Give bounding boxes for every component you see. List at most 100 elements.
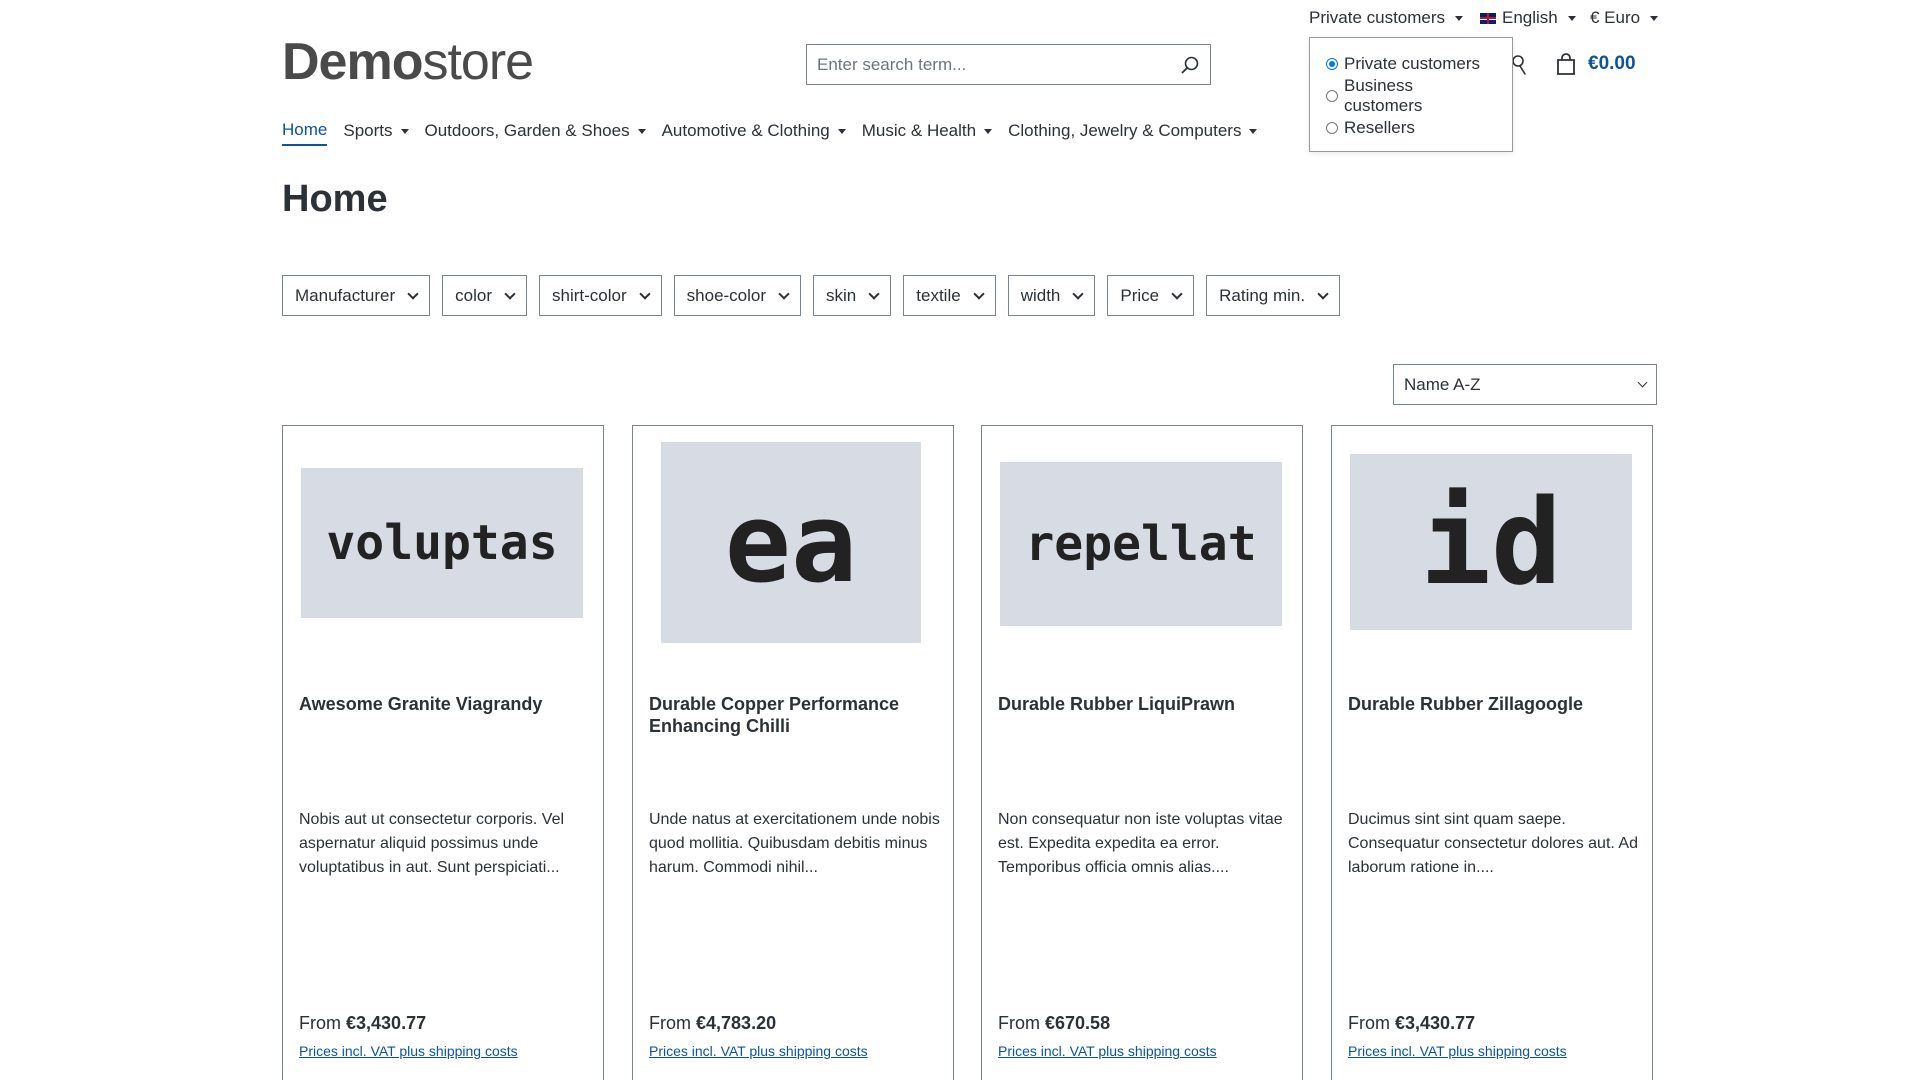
page-title: Home bbox=[282, 178, 388, 220]
product-image-text: repellat bbox=[1025, 516, 1257, 572]
filter-skin[interactable]: skin bbox=[813, 275, 892, 316]
customer-option-resellers[interactable]: Resellers bbox=[1326, 112, 1496, 144]
radio-button[interactable] bbox=[1326, 122, 1338, 134]
product-card: ea Durable Copper Performance Enhancing … bbox=[632, 425, 954, 1080]
product-price: From €3,430.77 bbox=[1348, 1013, 1475, 1034]
nav-item-clothing[interactable]: Clothing, Jewelry & Computers bbox=[1008, 120, 1258, 146]
price-prefix: From bbox=[1348, 1013, 1390, 1033]
product-name[interactable]: Durable Rubber Zillagoogle bbox=[1348, 693, 1638, 715]
nav-item-music[interactable]: Music & Health bbox=[861, 120, 993, 146]
filter-label: color bbox=[455, 285, 493, 305]
price-prefix: From bbox=[299, 1013, 341, 1033]
radio-button-checked[interactable] bbox=[1326, 58, 1338, 70]
filter-shirt-color[interactable]: shirt-color bbox=[539, 275, 662, 316]
chevron-down-icon bbox=[1072, 287, 1085, 300]
chevron-down-icon bbox=[778, 287, 790, 300]
radio-button[interactable] bbox=[1326, 90, 1338, 102]
customer-group-selector[interactable]: Private customers bbox=[1309, 8, 1464, 28]
vat-shipping-link[interactable]: Prices incl. VAT plus shipping costs bbox=[998, 1043, 1217, 1059]
filter-label: Rating min. bbox=[1219, 285, 1306, 305]
product-image-text: voluptas bbox=[326, 515, 558, 571]
product-card: voluptas Awesome Granite Viagrandy Nobis… bbox=[282, 425, 604, 1080]
product-description: Unde natus at exercitationem unde nobis … bbox=[649, 811, 940, 876]
filter-price[interactable]: Price bbox=[1107, 275, 1195, 316]
chevron-down-icon bbox=[1317, 287, 1329, 300]
filter-textile[interactable]: textile bbox=[903, 275, 996, 316]
nav-item-label: Music & Health bbox=[861, 121, 977, 140]
search-bar bbox=[806, 44, 1211, 85]
search-icon bbox=[1181, 56, 1199, 73]
currency-selector[interactable]: € Euro bbox=[1590, 8, 1659, 28]
cart-button[interactable]: €0.00 bbox=[1554, 52, 1636, 76]
customer-option-business[interactable]: Business customers bbox=[1326, 76, 1496, 115]
filter-shoe-color[interactable]: shoe-color bbox=[673, 275, 802, 316]
nav-item-outdoors[interactable]: Outdoors, Garden & Shoes bbox=[425, 120, 646, 146]
chevron-down-icon bbox=[638, 287, 651, 300]
price-value: €3,430.77 bbox=[346, 1013, 427, 1033]
product-image-text: ea bbox=[724, 478, 858, 607]
nav-item-label: Sports bbox=[343, 121, 393, 140]
shopping-bag-icon bbox=[1557, 53, 1575, 75]
customer-group-dropdown: Private customers Business customers Res… bbox=[1309, 37, 1513, 152]
vat-shipping-link[interactable]: Prices incl. VAT plus shipping costs bbox=[1348, 1043, 1567, 1059]
language-selector[interactable]: English bbox=[1480, 8, 1576, 28]
product-price: From €3,430.77 bbox=[299, 1013, 426, 1034]
filter-label: shoe-color bbox=[686, 285, 767, 305]
price-prefix: From bbox=[998, 1013, 1040, 1033]
product-price: From €670.58 bbox=[998, 1013, 1110, 1034]
product-image[interactable]: repellat bbox=[1000, 462, 1282, 626]
product-image[interactable]: ea bbox=[661, 442, 921, 643]
nav-item-sports[interactable]: Sports bbox=[343, 120, 409, 146]
filter-color[interactable]: color bbox=[442, 275, 528, 316]
chevron-down-icon bbox=[1567, 15, 1576, 21]
product-description: Nobis aut ut consectetur corporis. Vel a… bbox=[299, 811, 565, 876]
nav-item-label: Clothing, Jewelry & Computers bbox=[1008, 121, 1242, 140]
filter-rating[interactable]: Rating min. bbox=[1206, 275, 1341, 316]
customer-option-label: Business customers bbox=[1344, 76, 1423, 115]
price-prefix: From bbox=[649, 1013, 691, 1033]
uk-flag-icon bbox=[1480, 12, 1496, 24]
vat-shipping-link[interactable]: Prices incl. VAT plus shipping costs bbox=[649, 1043, 868, 1059]
chevron-down-icon bbox=[1249, 128, 1258, 134]
product-card: id Durable Rubber Zillagoogle Ducimus si… bbox=[1331, 425, 1653, 1080]
filter-bar: Manufacturer color shirt-color shoe-colo… bbox=[282, 275, 1341, 316]
sort-selected-label: Name A-Z bbox=[1404, 374, 1481, 394]
product-description: Ducimus sint sint quam saepe. Consequatu… bbox=[1348, 811, 1638, 876]
chevron-down-icon bbox=[637, 128, 646, 134]
product-name[interactable]: Durable Copper Performance Enhancing Chi… bbox=[649, 693, 939, 737]
nav-item-label: Home bbox=[282, 120, 328, 139]
product-description: Non consequatur non iste voluptas vitae … bbox=[998, 811, 1283, 876]
store-logo[interactable]: Demostore bbox=[282, 32, 534, 92]
vat-shipping-link[interactable]: Prices incl. VAT plus shipping costs bbox=[299, 1043, 518, 1059]
chevron-down-icon bbox=[973, 287, 985, 300]
product-image-text: id bbox=[1419, 473, 1563, 611]
main-navigation: Home Sports Outdoors, Garden & Shoes Aut… bbox=[282, 120, 1258, 146]
currency-label: € Euro bbox=[1590, 8, 1641, 27]
sort-select[interactable]: Name A-Z bbox=[1393, 364, 1657, 405]
chevron-down-icon bbox=[400, 128, 409, 134]
chevron-down-icon bbox=[837, 128, 846, 134]
customer-group-label: Private customers bbox=[1309, 8, 1446, 27]
chevron-down-icon bbox=[984, 128, 993, 134]
customer-option-label: Resellers bbox=[1344, 118, 1415, 137]
chevron-down-icon bbox=[1637, 377, 1648, 388]
search-input[interactable] bbox=[817, 54, 1170, 75]
nav-item-home[interactable]: Home bbox=[282, 120, 328, 146]
nav-item-automotive[interactable]: Automotive & Clothing bbox=[662, 120, 846, 146]
filter-manufacturer[interactable]: Manufacturer bbox=[282, 275, 431, 316]
price-value: €670.58 bbox=[1045, 1013, 1111, 1033]
product-image[interactable]: voluptas bbox=[301, 468, 583, 618]
nav-item-label: Outdoors, Garden & Shoes bbox=[424, 121, 630, 140]
product-name[interactable]: Durable Rubber LiquiPrawn bbox=[998, 693, 1288, 715]
logo-light-text: store bbox=[422, 33, 534, 91]
logo-bold-text: Demo bbox=[282, 33, 423, 91]
search-button[interactable] bbox=[1170, 45, 1210, 84]
filter-width[interactable]: width bbox=[1007, 275, 1096, 316]
chevron-down-icon bbox=[1171, 287, 1183, 300]
chevron-down-icon bbox=[1650, 15, 1659, 21]
product-name[interactable]: Awesome Granite Viagrandy bbox=[299, 693, 589, 715]
product-image[interactable]: id bbox=[1350, 454, 1632, 630]
chevron-down-icon bbox=[407, 287, 419, 300]
filter-label: shirt-color bbox=[552, 285, 627, 305]
filter-label: Manufacturer bbox=[295, 285, 396, 305]
